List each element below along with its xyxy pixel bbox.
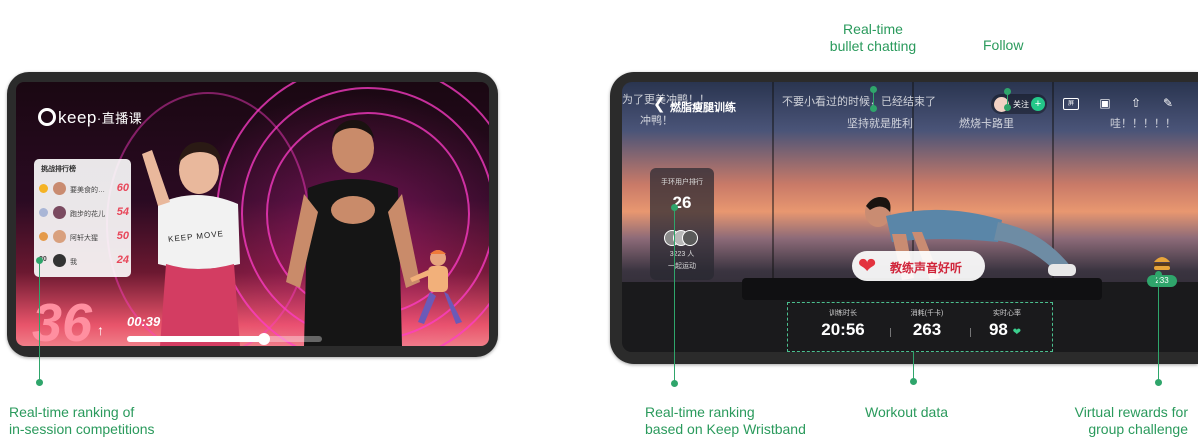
calories-label: 消耗(千卡) [910, 310, 944, 317]
bullet-comment: 坚持就是胜利 [847, 118, 913, 130]
edit-icon[interactable]: ✎ [1160, 96, 1176, 110]
logo-text: keep [58, 108, 97, 127]
heart-rate-readout: 98 ❤ [970, 320, 1040, 340]
bullet-comment: 冲鸭！ [640, 115, 673, 127]
ranking-score: 24 [116, 254, 129, 266]
live-class-screen: keep·直播课 KEEP MOVE 挑战排行榜 要美食的… 60 跑步的花儿 … [16, 82, 489, 346]
annotation-wristband-ranking: Real-time ranking based on Keep Wristban… [645, 404, 806, 438]
ranking-title: 挑战排行榜 [41, 166, 76, 173]
annotation-dot [1155, 379, 1162, 386]
ranking-row[interactable]: 跑步的花儿 54 [39, 203, 129, 223]
wristband-rank: 26 [672, 193, 692, 212]
heart-icon: ❤ [1012, 327, 1022, 338]
participant-count: 3223 人 [669, 251, 695, 258]
annotation-line [1158, 274, 1159, 382]
heart-rate-value: 98 [988, 320, 1008, 339]
ranking-score: 60 [116, 182, 129, 194]
rep-up-arrow-icon: ↑ [97, 322, 104, 338]
annotation-dot [671, 380, 678, 387]
ranking-score: 54 [116, 206, 129, 218]
follow-label: 关注 [1013, 100, 1029, 109]
praise-text: 教练声音好听 [890, 261, 963, 275]
annotation-line-1: Real-time ranking [645, 404, 755, 420]
annotation-dot [1004, 104, 1011, 111]
window-frame-line [772, 82, 774, 282]
heart-icon: ❤ [858, 253, 877, 278]
ranking-row[interactable]: 要美食的… 60 [39, 179, 129, 199]
divider [890, 328, 891, 337]
screen-mode-icon[interactable]: 屏 [1063, 98, 1079, 110]
participant-subtitle: 一起运动 [668, 263, 696, 270]
avatar [53, 230, 66, 243]
logo-suffix: ·直播课 [96, 111, 143, 126]
silver-medal-icon [39, 208, 48, 217]
bullet-comment: 为了更美冲鸭！！ [622, 94, 710, 106]
duration-value: 20:56 [821, 320, 865, 339]
gold-medal-icon [39, 184, 48, 193]
annotation-follow: Follow [983, 37, 1024, 53]
annotation-dot [36, 379, 43, 386]
wristband-title: 手环用户排行 [661, 179, 703, 186]
calories-value: 263 [912, 320, 942, 339]
exercise-avatar [410, 250, 462, 324]
reward-count-badge: 233 [1147, 275, 1177, 287]
annotation-line-2: in-session competitions [9, 421, 155, 437]
annotation-workout-data: Workout data [865, 404, 949, 420]
left-device-frame: keep·直播课 KEEP MOVE 挑战排行榜 要美食的… 60 跑步的花儿 … [7, 72, 498, 357]
ranking-name: 我 [70, 259, 77, 266]
progress-knob[interactable] [257, 333, 270, 345]
wristband-ranking-panel: 手环用户排行 26 3223 人 一起运动 [650, 168, 714, 280]
annotation-line-2: based on Keep Wristband [645, 421, 806, 437]
competition-ranking-panel: 挑战排行榜 要美食的… 60 跑步的花儿 54 阿轩大猩 50 20 [34, 159, 131, 277]
follow-plus-icon[interactable]: + [1031, 97, 1045, 111]
right-device-frame: ❮ 燃脂瘦腿训练 为了更美冲鸭！！ 冲鸭！ 不要小看过的时候，已经结束了 坚持就… [610, 72, 1198, 364]
class-timer: 00:39 [127, 314, 161, 329]
bullet-comment: 不要小看过的时候，已经结束了 [782, 96, 936, 108]
tv-cast-icon[interactable]: ▣ [1097, 96, 1113, 110]
heart-rate-label: 实时心率 [993, 310, 1021, 317]
avatar [53, 254, 66, 267]
avatar [682, 230, 698, 246]
avatar [53, 206, 66, 219]
annotation-line-1: Virtual rewards for [1074, 404, 1188, 420]
annotation-line-1: Real-time ranking of [9, 404, 135, 420]
annotation-virtual-rewards: Virtual rewards for group challenge [1042, 404, 1188, 438]
annotation-left-ranking: Real-time ranking of in-session competit… [9, 404, 155, 438]
duration-label: 训练时长 [829, 310, 857, 317]
bullet-comment: 燃烧卡路里 [959, 118, 1014, 130]
annotation-line [39, 260, 40, 382]
annotation-bullet-chatting: Real-time bullet chatting [808, 21, 938, 55]
annotation-line-1: Real-time [843, 21, 903, 37]
annotation-dot [870, 105, 877, 112]
keep-logo: keep·直播课 [38, 108, 142, 128]
progress-fill [127, 336, 264, 342]
annotation-line-2: bullet chatting [829, 38, 917, 54]
ranking-name: 要美食的… [70, 187, 105, 194]
bronze-medal-icon [39, 232, 48, 241]
ranking-row-self[interactable]: 20 我 24 [39, 251, 129, 271]
bullet-comment: 哇！！！！！ [1110, 118, 1176, 130]
annotation-line [674, 207, 675, 383]
participant-avatars [664, 230, 700, 246]
workout-screen: ❮ 燃脂瘦腿训练 为了更美冲鸭！！ 冲鸭！ 不要小看过的时候，已经结束了 坚持就… [622, 82, 1198, 352]
ranking-score: 50 [116, 230, 129, 242]
annotation-line-2: group challenge [1088, 421, 1188, 437]
ranking-row[interactable]: 阿轩大猩 50 [39, 227, 129, 247]
annotation-line [913, 351, 914, 381]
ranking-name: 跑步的花儿 [70, 211, 105, 218]
ranking-name: 阿轩大猩 [70, 235, 98, 242]
share-icon[interactable]: ⇧ [1128, 96, 1144, 110]
annotation-dot [910, 378, 917, 385]
keep-logo-icon [38, 108, 56, 126]
rep-count: 36 [32, 293, 93, 346]
avatar [53, 182, 66, 195]
burger-reward-icon[interactable] [1152, 254, 1172, 272]
